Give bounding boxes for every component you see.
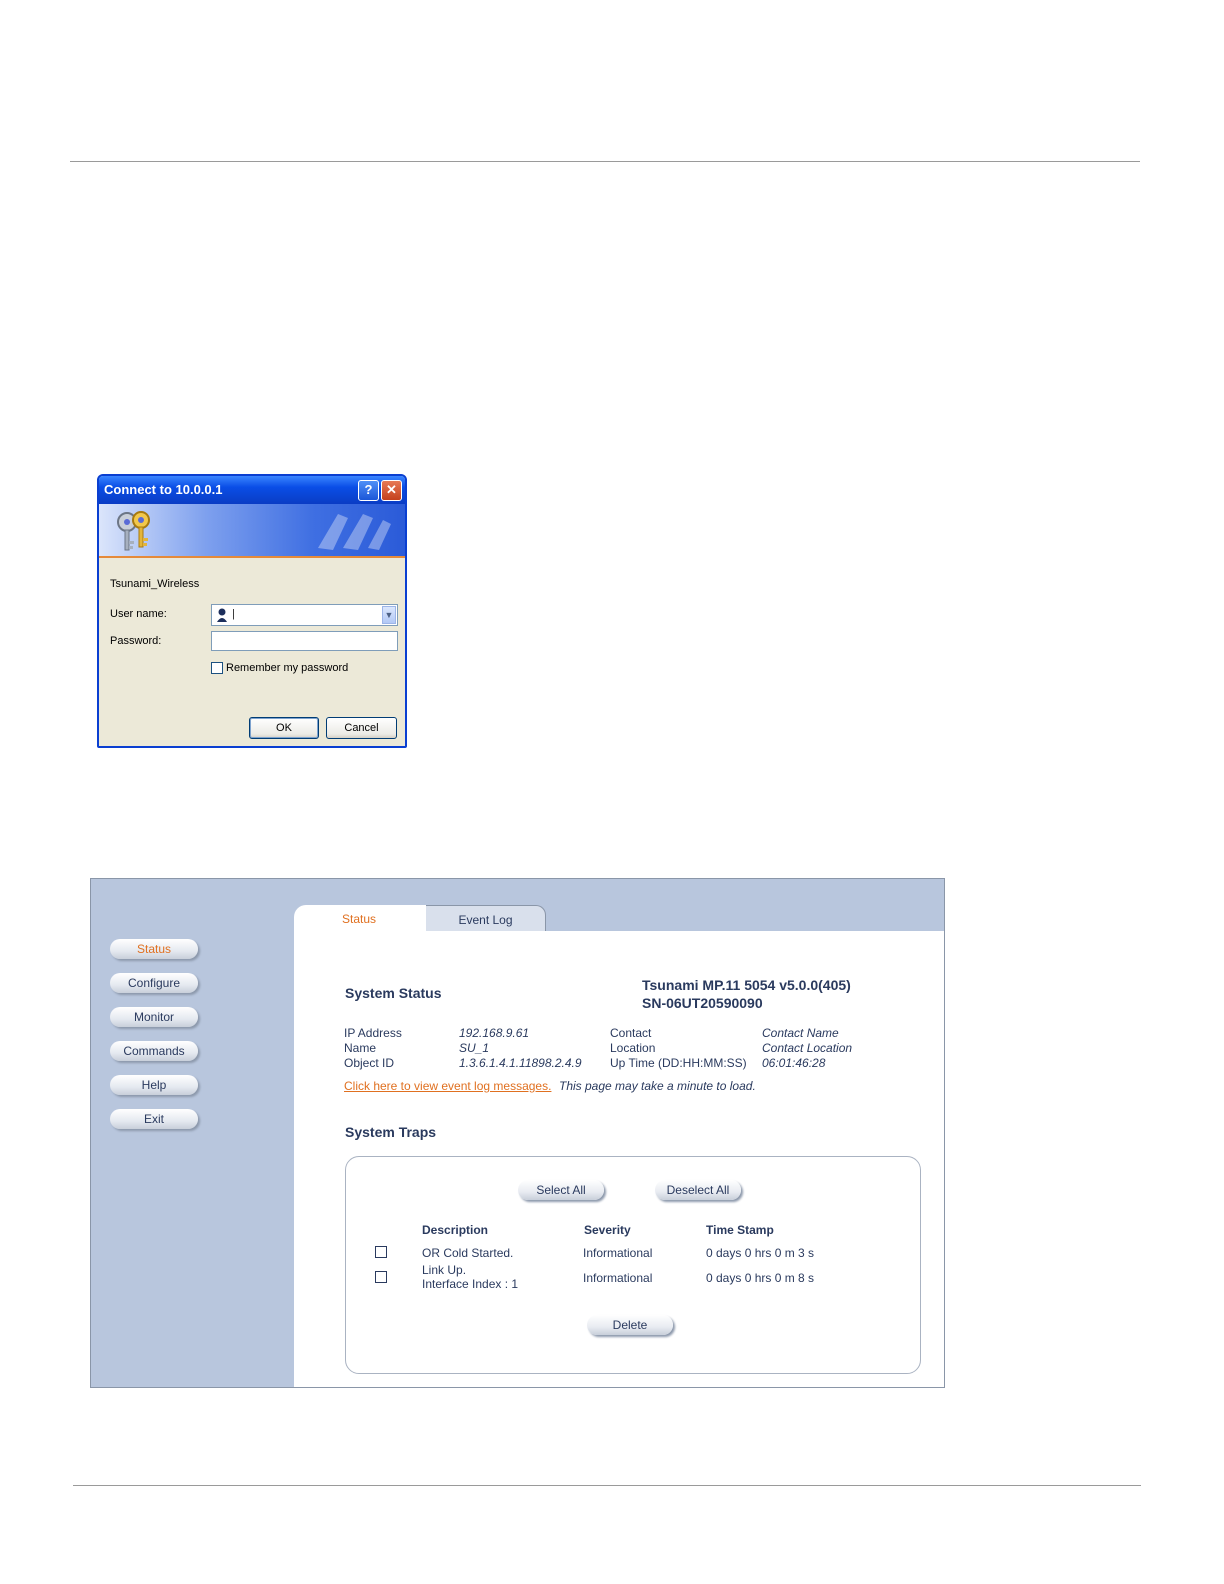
object-id-label: Object ID [344, 1056, 395, 1070]
location-value: Contact Location [762, 1041, 853, 1055]
user-icon [217, 608, 227, 622]
remember-password-label[interactable]: Remember my password [226, 662, 348, 674]
dialog-banner [99, 504, 405, 558]
event-log-note: This page may take a minute to load. [559, 1079, 756, 1093]
nav-help-button[interactable]: Help [110, 1075, 198, 1095]
trap-severity: Informational [583, 1271, 653, 1285]
column-severity: Severity [584, 1223, 631, 1237]
ip-address-label: IP Address [344, 1026, 402, 1040]
contact-value: Contact Name [762, 1026, 839, 1040]
nav-status-button[interactable]: Status [110, 939, 198, 959]
delete-button[interactable]: Delete [587, 1315, 673, 1335]
contact-label: Contact [610, 1026, 652, 1040]
trap-timestamp: 0 days 0 hrs 0 m 8 s [706, 1271, 815, 1285]
dialog-title-bar[interactable]: Connect to 10.0.0.1 ? ✕ [99, 476, 405, 504]
uptime-label: Up Time (DD:HH:MM:SS) [610, 1056, 747, 1070]
nav-configure-button[interactable]: Configure [110, 973, 198, 993]
remember-password-checkbox[interactable] [211, 662, 223, 674]
chevron-down-icon[interactable]: ▼ [382, 606, 396, 624]
username-label: User name: [110, 608, 167, 620]
trap-row-checkbox[interactable] [375, 1246, 387, 1258]
deselect-all-button[interactable]: Deselect All [655, 1180, 741, 1200]
location-label: Location [610, 1041, 656, 1055]
tab-status[interactable]: Status [294, 905, 424, 931]
uptime-value: 06:01:46:28 [762, 1056, 826, 1070]
ip-address-value: 192.168.9.61 [459, 1026, 530, 1040]
help-icon[interactable]: ? [358, 480, 379, 501]
ok-button[interactable]: OK [249, 717, 319, 739]
watermark-icon [318, 514, 391, 550]
trap-description: OR Cold Started. [422, 1246, 514, 1260]
cancel-button[interactable]: Cancel [326, 717, 397, 739]
column-time-stamp: Time Stamp [706, 1223, 774, 1237]
system-status-heading: System Status [345, 985, 442, 1001]
username-value: | [232, 608, 235, 620]
system-traps-heading: System Traps [345, 1124, 437, 1140]
nav-commands-button[interactable]: Commands [110, 1041, 198, 1061]
name-value: SU_1 [459, 1041, 490, 1055]
bottom-rule [73, 1485, 1141, 1486]
event-log-link[interactable]: Click here to view event log messages. [344, 1079, 551, 1093]
select-all-button[interactable]: Select All [518, 1180, 604, 1200]
password-label: Password: [110, 635, 162, 647]
top-rule [70, 161, 1140, 162]
password-field[interactable] [211, 631, 398, 651]
realm-text: Tsunami_Wireless [110, 578, 200, 590]
trap-timestamp: 0 days 0 hrs 0 m 3 s [706, 1246, 815, 1260]
tab-event-log[interactable]: Event Log [426, 905, 546, 931]
object-id-value: 1.3.6.1.4.1.11898.2.4.9 [459, 1056, 582, 1070]
username-field[interactable]: | ▼ [211, 604, 398, 626]
nav-exit-button[interactable]: Exit [110, 1109, 198, 1129]
login-dialog: Connect to 10.0.0.1 ? ✕ Tsunami_Wireless… [97, 474, 407, 748]
system-traps-panel: Select All Deselect All Description Seve… [345, 1156, 921, 1374]
trap-description: Link Up. [422, 1263, 467, 1277]
serial-number: SN-06UT20590090 [642, 995, 763, 1011]
name-label: Name [344, 1041, 377, 1055]
column-description: Description [422, 1223, 489, 1237]
nav-monitor-button[interactable]: Monitor [110, 1007, 198, 1027]
trap-description-detail: Interface Index : 1 [422, 1277, 519, 1291]
web-management-window: Status Event Log Status Configure Monito… [90, 878, 945, 1388]
trap-row-checkbox[interactable] [375, 1271, 387, 1283]
trap-severity: Informational [583, 1246, 653, 1260]
dialog-title: Connect to 10.0.0.1 [104, 482, 223, 497]
product-version: Tsunami MP.11 5054 v5.0.0(405) [642, 977, 851, 993]
keys-icon [117, 511, 150, 551]
close-icon[interactable]: ✕ [381, 480, 402, 501]
